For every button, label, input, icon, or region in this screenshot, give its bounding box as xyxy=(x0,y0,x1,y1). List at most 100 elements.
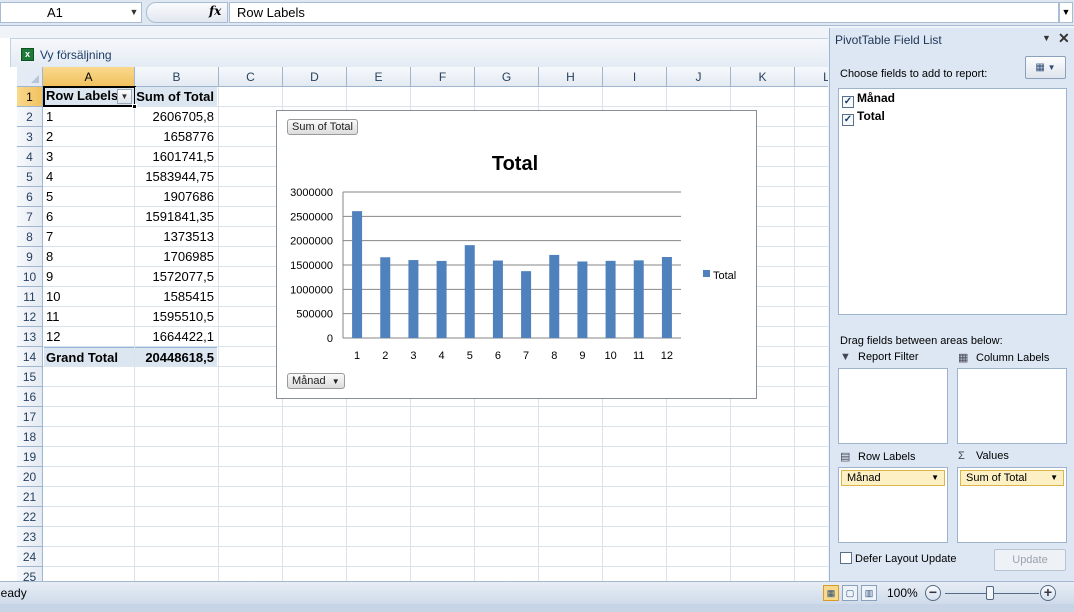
column-header-g[interactable]: G xyxy=(475,67,539,87)
row-labels-area[interactable]: Månad ▼ xyxy=(838,467,948,543)
row-labels-filter-dropdown-icon[interactable]: ▼ xyxy=(117,89,132,104)
row-header-17[interactable]: 17 xyxy=(17,407,43,427)
row-header-14[interactable]: 14 xyxy=(17,347,43,367)
page-layout-view-button[interactable]: ▢ xyxy=(842,585,858,601)
column-header-l[interactable]: L xyxy=(795,67,828,87)
pivot-row-value[interactable]: 1591841,35 xyxy=(135,207,217,227)
row-header-1[interactable]: 1 xyxy=(17,87,43,107)
column-labels-area[interactable] xyxy=(957,368,1067,444)
insert-function-icon[interactable]: fx xyxy=(209,4,221,18)
row-field-chip-manad[interactable]: Månad ▼ xyxy=(841,470,945,486)
update-button[interactable]: Update xyxy=(994,549,1066,571)
row-header-18[interactable]: 18 xyxy=(17,427,43,447)
pivot-row-value[interactable]: 1907686 xyxy=(135,187,217,207)
pivot-row-value[interactable]: 1583944,75 xyxy=(135,167,217,187)
pivot-row-value[interactable]: 1373513 xyxy=(135,227,217,247)
select-all-button[interactable] xyxy=(17,67,43,87)
row-header-16[interactable]: 16 xyxy=(17,387,43,407)
row-header-25[interactable]: 25 xyxy=(17,567,43,581)
column-header-e[interactable]: E xyxy=(347,67,411,87)
total-checkbox[interactable]: ✓ xyxy=(842,114,854,126)
row-header-11[interactable]: 11 xyxy=(17,287,43,307)
row-header-9[interactable]: 9 xyxy=(17,247,43,267)
fill-handle[interactable] xyxy=(132,104,137,109)
row-header-19[interactable]: 19 xyxy=(17,447,43,467)
row-header-20[interactable]: 20 xyxy=(17,467,43,487)
row-header-10[interactable]: 10 xyxy=(17,267,43,287)
pivot-row-label[interactable]: 7 xyxy=(44,227,134,247)
pane-options-icon[interactable]: ▼ xyxy=(1042,33,1051,43)
column-header-j[interactable]: J xyxy=(667,67,731,87)
pivot-row-value[interactable]: 1664422,1 xyxy=(135,327,217,347)
defer-layout-checkbox[interactable] xyxy=(840,552,852,564)
zoom-out-icon[interactable]: − xyxy=(925,585,941,601)
defer-layout-update[interactable]: Defer Layout Update xyxy=(840,552,957,565)
pivot-row-label[interactable]: 6 xyxy=(44,207,134,227)
x-tick-label: 9 xyxy=(579,350,585,362)
column-header-d[interactable]: D xyxy=(283,67,347,87)
pivot-row-value[interactable]: 1595510,5 xyxy=(135,307,217,327)
row-header-4[interactable]: 4 xyxy=(17,147,43,167)
zoom-level[interactable]: 100% xyxy=(887,586,918,600)
row-header-6[interactable]: 6 xyxy=(17,187,43,207)
pivot-row-label[interactable]: 11 xyxy=(44,307,134,327)
pivot-chart[interactable]: Sum of Total Total 0 500000 1000000 1500000 2… xyxy=(276,110,757,399)
field-list-layout-button[interactable]: ▦ ▼ xyxy=(1025,56,1066,79)
formula-input[interactable]: Row Labels xyxy=(229,2,1059,23)
column-header-a[interactable]: A xyxy=(43,67,135,87)
pivot-header-sum-of-total[interactable]: Sum of Total xyxy=(135,87,217,107)
column-header-b[interactable]: B xyxy=(135,67,219,87)
row-header-21[interactable]: 21 xyxy=(17,487,43,507)
column-header-c[interactable]: C xyxy=(219,67,283,87)
values-field-chip-sum-of-total[interactable]: Sum of Total ▼ xyxy=(960,470,1064,486)
row-header-5[interactable]: 5 xyxy=(17,167,43,187)
row-header-15[interactable]: 15 xyxy=(17,367,43,387)
chevron-down-icon[interactable]: ▼ xyxy=(931,471,939,485)
normal-view-button[interactable]: ▦ xyxy=(823,585,839,601)
column-header-h[interactable]: H xyxy=(539,67,603,87)
pivot-row-label[interactable]: 5 xyxy=(44,187,134,207)
name-box-dropdown-icon[interactable]: ▼ xyxy=(127,2,141,23)
zoom-slider-thumb[interactable] xyxy=(986,586,994,600)
field-item-manad[interactable]: ✓ Månad xyxy=(842,90,895,108)
pivot-row-value[interactable]: 1601741,5 xyxy=(135,147,217,167)
row-header-2[interactable]: 2 xyxy=(17,107,43,127)
row-header-13[interactable]: 13 xyxy=(17,327,43,347)
chart-axis-field-button[interactable]: Månad ▼ xyxy=(287,373,345,389)
pivot-row-value[interactable]: 2606705,8 xyxy=(135,107,217,127)
values-area[interactable]: Sum of Total ▼ xyxy=(957,467,1067,543)
row-header-3[interactable]: 3 xyxy=(17,127,43,147)
report-filter-area[interactable] xyxy=(838,368,948,444)
pivot-row-value[interactable]: 1706985 xyxy=(135,247,217,267)
row-header-24[interactable]: 24 xyxy=(17,547,43,567)
pivot-row-value[interactable]: 1585415 xyxy=(135,287,217,307)
row-header-7[interactable]: 7 xyxy=(17,207,43,227)
expand-formula-bar-icon[interactable]: ▼ xyxy=(1059,2,1073,23)
row-header-22[interactable]: 22 xyxy=(17,507,43,527)
grand-total-label[interactable]: Grand Total xyxy=(44,347,134,367)
zoom-in-icon[interactable]: + xyxy=(1040,585,1056,601)
chevron-down-icon[interactable]: ▼ xyxy=(1050,471,1058,485)
pivot-row-label[interactable]: 8 xyxy=(44,247,134,267)
pivot-row-label[interactable]: 3 xyxy=(44,147,134,167)
column-header-k[interactable]: K xyxy=(731,67,795,87)
row-header-12[interactable]: 12 xyxy=(17,307,43,327)
pivot-row-value[interactable]: 1658776 xyxy=(135,127,217,147)
grand-total-value[interactable]: 20448618,5 xyxy=(135,347,217,367)
field-item-total[interactable]: ✓ Total xyxy=(842,108,885,126)
pivot-row-label[interactable]: 9 xyxy=(44,267,134,287)
pivot-row-value[interactable]: 1572077,5 xyxy=(135,267,217,287)
page-break-view-button[interactable]: ▥ xyxy=(861,585,877,601)
column-header-i[interactable]: I xyxy=(603,67,667,87)
column-header-f[interactable]: F xyxy=(411,67,475,87)
manad-checkbox[interactable]: ✓ xyxy=(842,96,854,108)
pivot-row-label[interactable]: 10 xyxy=(44,287,134,307)
row-header-23[interactable]: 23 xyxy=(17,527,43,547)
pivot-row-label[interactable]: 1 xyxy=(44,107,134,127)
row-header-8[interactable]: 8 xyxy=(17,227,43,247)
pivot-row-label[interactable]: 2 xyxy=(44,127,134,147)
close-icon[interactable]: ✕ xyxy=(1058,30,1070,47)
pivot-row-label[interactable]: 12 xyxy=(44,327,134,347)
pivot-row-label[interactable]: 4 xyxy=(44,167,134,187)
name-box[interactable]: A1 xyxy=(0,2,142,23)
